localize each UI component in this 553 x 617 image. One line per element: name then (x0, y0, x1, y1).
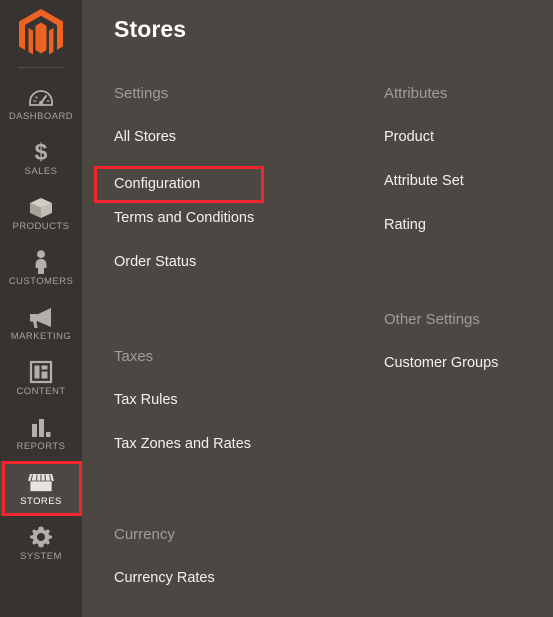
gear-icon (29, 525, 53, 549)
menu-group-heading: Settings (114, 85, 169, 102)
sidebar-item-dashboard[interactable]: Dashboard (0, 76, 82, 131)
sidebar-item-reports[interactable]: Reports (0, 406, 82, 461)
sidebar-item-label: Content (16, 385, 66, 397)
page-title: Stores (114, 16, 187, 42)
box-icon (29, 195, 53, 219)
magento-logo[interactable] (0, 0, 82, 68)
menu-group-attributes: Attributes Product Attribute Set Rating (384, 84, 553, 235)
sidebar-item-label: Customers (8, 275, 74, 287)
menu-group-other-settings: Other Settings Customer Groups (384, 310, 553, 373)
sidebar-item-label: Marketing (10, 330, 72, 342)
menu-group-settings: Settings All Stores Configuration Terms … (94, 84, 384, 272)
sidebar-item-content[interactable]: Content (0, 351, 82, 406)
menu-link-tax-zones-and-rates[interactable]: Tax Zones and Rates (114, 435, 251, 454)
menu-columns: Settings All Stores Configuration Terms … (94, 84, 553, 588)
sidebar-item-list: Dashboard $ Sales Produ (0, 68, 82, 571)
menu-link-rating[interactable]: Rating (384, 216, 426, 235)
sidebar-item-label: Reports (16, 440, 66, 452)
menu-group-heading: Currency (114, 526, 175, 543)
sidebar-item-label: System (20, 550, 62, 562)
menu-group-heading: Taxes (114, 348, 154, 365)
menu-column-right: Attributes Product Attribute Set Rating … (384, 84, 553, 588)
stores-menu-panel: Stores Settings All Stores Configuration… (82, 0, 553, 617)
megaphone-icon (28, 305, 54, 329)
sidebar-divider (18, 67, 64, 68)
menu-group-heading: Other Settings (384, 311, 480, 328)
menu-link-attribute-set[interactable]: Attribute Set (384, 172, 464, 191)
sidebar-item-stores[interactable]: Stores (0, 461, 82, 516)
sidebar-item-label: Dashboard (8, 110, 74, 122)
menu-group-currency: Currency Currency Rates (114, 525, 384, 588)
sidebar-item-sales[interactable]: $ Sales (0, 131, 82, 186)
bar-chart-icon (29, 415, 53, 439)
layout-page-icon (29, 360, 53, 384)
menu-link-customer-groups[interactable]: Customer Groups (384, 354, 498, 373)
storefront-icon (27, 470, 55, 494)
menu-group-heading: Attributes (384, 85, 448, 102)
menu-link-terms-and-conditions[interactable]: Terms and Conditions (114, 209, 254, 228)
dollar-sign-icon: $ (33, 140, 49, 164)
sidebar-item-label: Sales (24, 165, 58, 177)
menu-column-left: Settings All Stores Configuration Terms … (94, 84, 384, 588)
sidebar-item-label: Products (12, 220, 70, 232)
sidebar-item-label: Stores (20, 495, 62, 507)
menu-group-taxes: Taxes Tax Rules Tax Zones and Rates (114, 347, 384, 454)
sidebar-item-marketing[interactable]: Marketing (0, 296, 82, 351)
person-icon (32, 249, 50, 274)
menu-link-order-status[interactable]: Order Status (114, 253, 196, 272)
magento-logo-icon (19, 9, 63, 55)
dashboard-gauge-icon (29, 85, 53, 109)
menu-link-configuration[interactable]: Configuration (94, 166, 265, 203)
sidebar-item-customers[interactable]: Customers (0, 241, 82, 296)
admin-sidebar-nav: Dashboard $ Sales Produ (0, 0, 82, 617)
menu-link-product[interactable]: Product (384, 128, 434, 147)
sidebar-item-products[interactable]: Products (0, 186, 82, 241)
svg-text:$: $ (35, 140, 48, 164)
menu-link-tax-rules[interactable]: Tax Rules (114, 391, 178, 410)
menu-link-currency-rates[interactable]: Currency Rates (114, 569, 215, 588)
sidebar-item-system[interactable]: System (0, 516, 82, 571)
menu-link-all-stores[interactable]: All Stores (114, 128, 176, 147)
admin-menu-screen: Dashboard $ Sales Produ (0, 0, 553, 617)
